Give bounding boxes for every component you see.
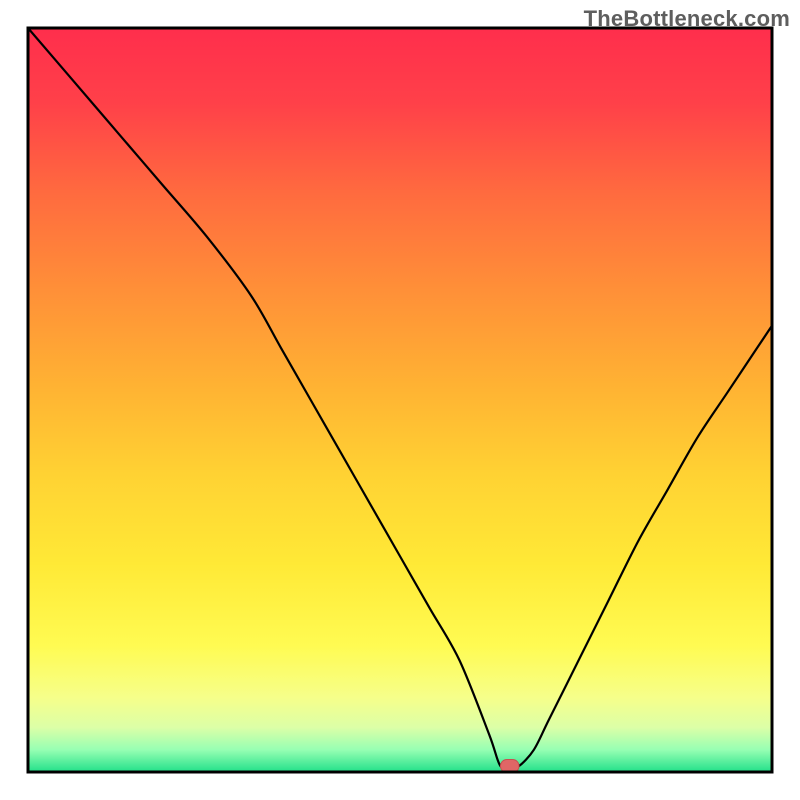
gradient-background — [28, 28, 772, 772]
chart-stage: TheBottleneck.com — [0, 0, 800, 800]
bottleneck-plot — [0, 0, 800, 800]
watermark-label: TheBottleneck.com — [584, 6, 790, 32]
